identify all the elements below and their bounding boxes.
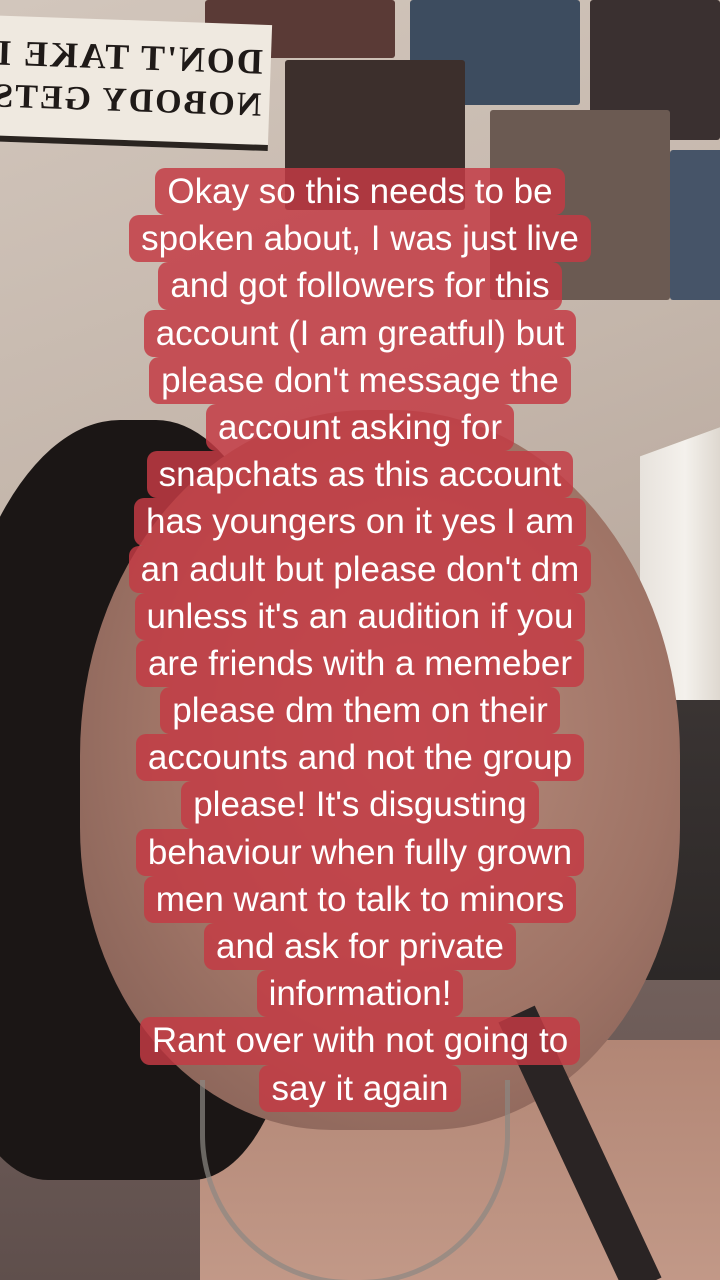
caption-line: please dm them on their [0,687,720,735]
caption-line: unless it's an audition if you [0,592,720,640]
wall-sign-line: NOBODY GETS [0,77,262,124]
caption-line-text: please! It's disgusting [181,781,539,829]
caption-line: account (I am greatful) but [0,309,720,357]
caption-line: Rant over with not going to [0,1017,720,1065]
caption-line-text: unless it's an audition if you [134,592,586,640]
caption-line-text: Okay so this needs to be [155,168,565,216]
caption-line-text: account (I am greatful) but [143,309,577,357]
caption-line: and ask for private [0,923,720,971]
caption-line-text: information! [256,970,464,1018]
wall-sign: DON'T TAKE L NOBODY GETS [0,14,273,152]
caption-line-text: Rant over with not going to [139,1017,581,1065]
caption-line: an adult but please don't dm [0,545,720,593]
caption-line-text: are friends with a memeber [135,639,585,688]
caption-line: please! It's disgusting [0,781,720,829]
caption-line: has youngers on it yes I am [0,498,720,546]
caption-line: please don't message the [0,356,720,404]
caption-line: information! [0,970,720,1018]
caption-line-text: and got followers for this [158,262,562,310]
caption-line-text: and ask for private [204,923,516,971]
caption-line: men want to talk to minors [0,875,720,924]
caption-line-text: please don't message the [149,356,571,404]
caption-line-text: has youngers on it yes I am [134,498,586,546]
caption-line: say it again [0,1064,720,1112]
caption-line: snapchats as this account [0,451,720,499]
caption-line-text: an adult but please don't dm [128,545,592,593]
wall-sign-line: DON'T TAKE L [0,32,264,82]
caption-line-text: accounts and not the group [135,734,585,782]
caption-overlay: Okay so this needs to be spoken about, I… [0,168,720,1112]
caption-line-text: men want to talk to minors [143,875,577,924]
caption-line-text: snapchats as this account [146,451,574,499]
caption-line: spoken about, I was just live [0,215,720,263]
caption-line-text: behaviour when fully grown [135,828,585,876]
caption-line: account asking for [0,403,720,452]
caption-line-text: account asking for [205,403,515,452]
caption-line-text: please dm them on their [160,687,560,735]
caption-line: accounts and not the group [0,734,720,782]
caption-line: and got followers for this [0,262,720,310]
caption-line: Okay so this needs to be [0,168,720,216]
caption-line: behaviour when fully grown [0,828,720,876]
caption-line: are friends with a memeber [0,639,720,688]
caption-line-text: spoken about, I was just live [129,215,591,263]
caption-line-text: say it again [259,1064,461,1112]
